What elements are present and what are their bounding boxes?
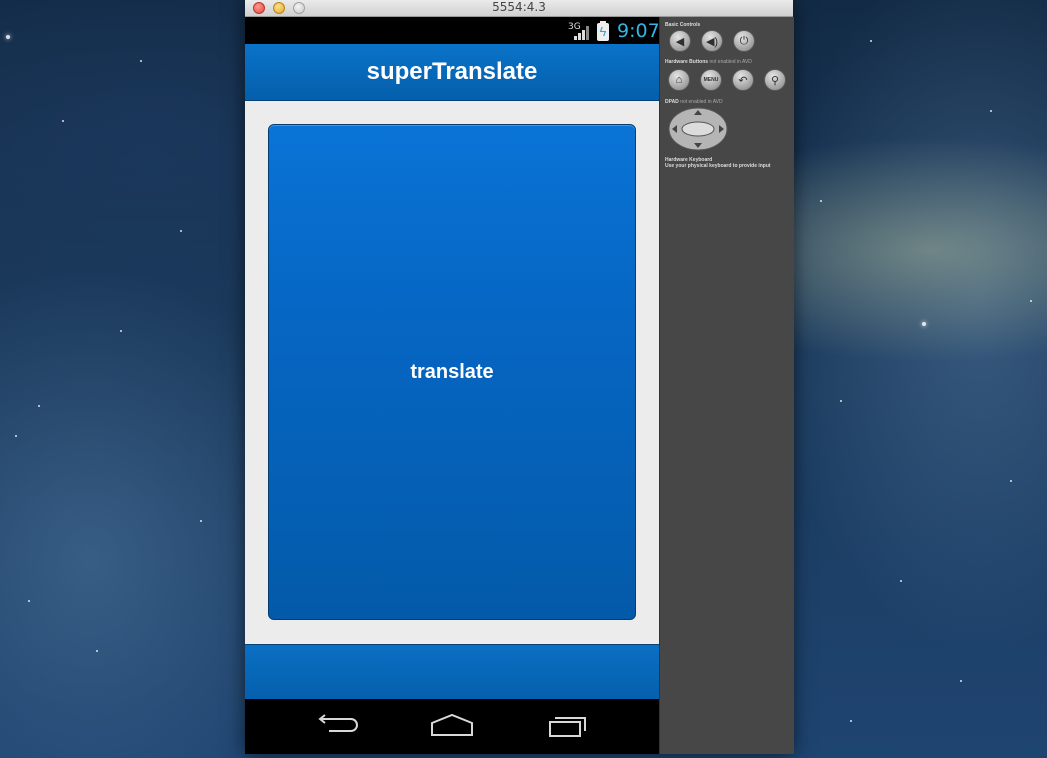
star [990, 110, 992, 112]
dpad-label: DPAD [665, 99, 679, 105]
phone-screen: 3G ϟ 9:07 superTranslate translate [245, 17, 659, 754]
star [900, 580, 902, 582]
translate-button-label: translate [410, 360, 494, 383]
main-content: translate [245, 101, 659, 644]
back-hw-icon[interactable]: ↶ [732, 69, 754, 91]
menu-hw-button[interactable]: MENU [700, 69, 722, 91]
star [6, 35, 10, 39]
star [1010, 480, 1012, 482]
recents-icon[interactable] [537, 711, 597, 743]
dpad-icon[interactable] [668, 107, 728, 151]
star [820, 200, 822, 202]
translate-button[interactable]: translate [268, 124, 636, 620]
navigation-bar [245, 699, 659, 754]
window-title: 5554:4.3 [492, 0, 546, 14]
hardware-buttons-label: Hardware Buttons [665, 59, 709, 65]
star [120, 330, 122, 332]
hardware-buttons-note: not enabled in AVD [709, 59, 752, 65]
star [840, 400, 842, 402]
star [96, 650, 98, 652]
app-title: superTranslate [366, 58, 538, 85]
hardware-keyboard-note: Use your physical keyboard to provide in… [665, 163, 771, 169]
battery-charging-icon: ϟ [597, 21, 609, 41]
star [1030, 300, 1032, 302]
hardware-buttons-heading: Hardware Buttons not enabled in AVD [665, 59, 752, 65]
star [200, 520, 202, 522]
footer-bar [245, 644, 659, 699]
status-clock: 9:07 [617, 20, 659, 42]
star [38, 405, 40, 407]
dpad-note: not enabled in AVD [680, 99, 723, 105]
star [870, 40, 872, 42]
basic-controls-heading: Basic Controls [665, 22, 701, 28]
star [960, 680, 962, 682]
star [180, 230, 182, 232]
volume-down-icon[interactable]: ◀ [669, 30, 691, 52]
window-titlebar[interactable]: 5554:4.3 [245, 0, 793, 17]
star [850, 720, 852, 722]
dpad-heading: DPAD not enabled in AVD [665, 99, 723, 105]
star [140, 60, 142, 62]
emulator-control-panel: Basic Controls ◀ ◀) ⏻ Hardware Buttons n… [659, 17, 794, 754]
power-icon[interactable]: ⏻ [733, 30, 755, 52]
star [62, 120, 64, 122]
star [922, 322, 926, 326]
star [15, 435, 17, 437]
home-icon[interactable] [422, 711, 482, 743]
back-icon[interactable] [307, 711, 367, 743]
signal-icon [574, 26, 592, 40]
star [28, 600, 30, 602]
home-hw-icon[interactable]: ⌂ [668, 69, 690, 91]
volume-up-icon[interactable]: ◀) [701, 30, 723, 52]
status-bar: 3G ϟ 9:07 [245, 17, 659, 44]
emulator-window: 5554:4.3 3G ϟ 9:07 superTranslate transl… [245, 0, 794, 754]
action-bar: superTranslate [245, 44, 659, 101]
search-hw-icon[interactable]: ⚲ [764, 69, 786, 91]
